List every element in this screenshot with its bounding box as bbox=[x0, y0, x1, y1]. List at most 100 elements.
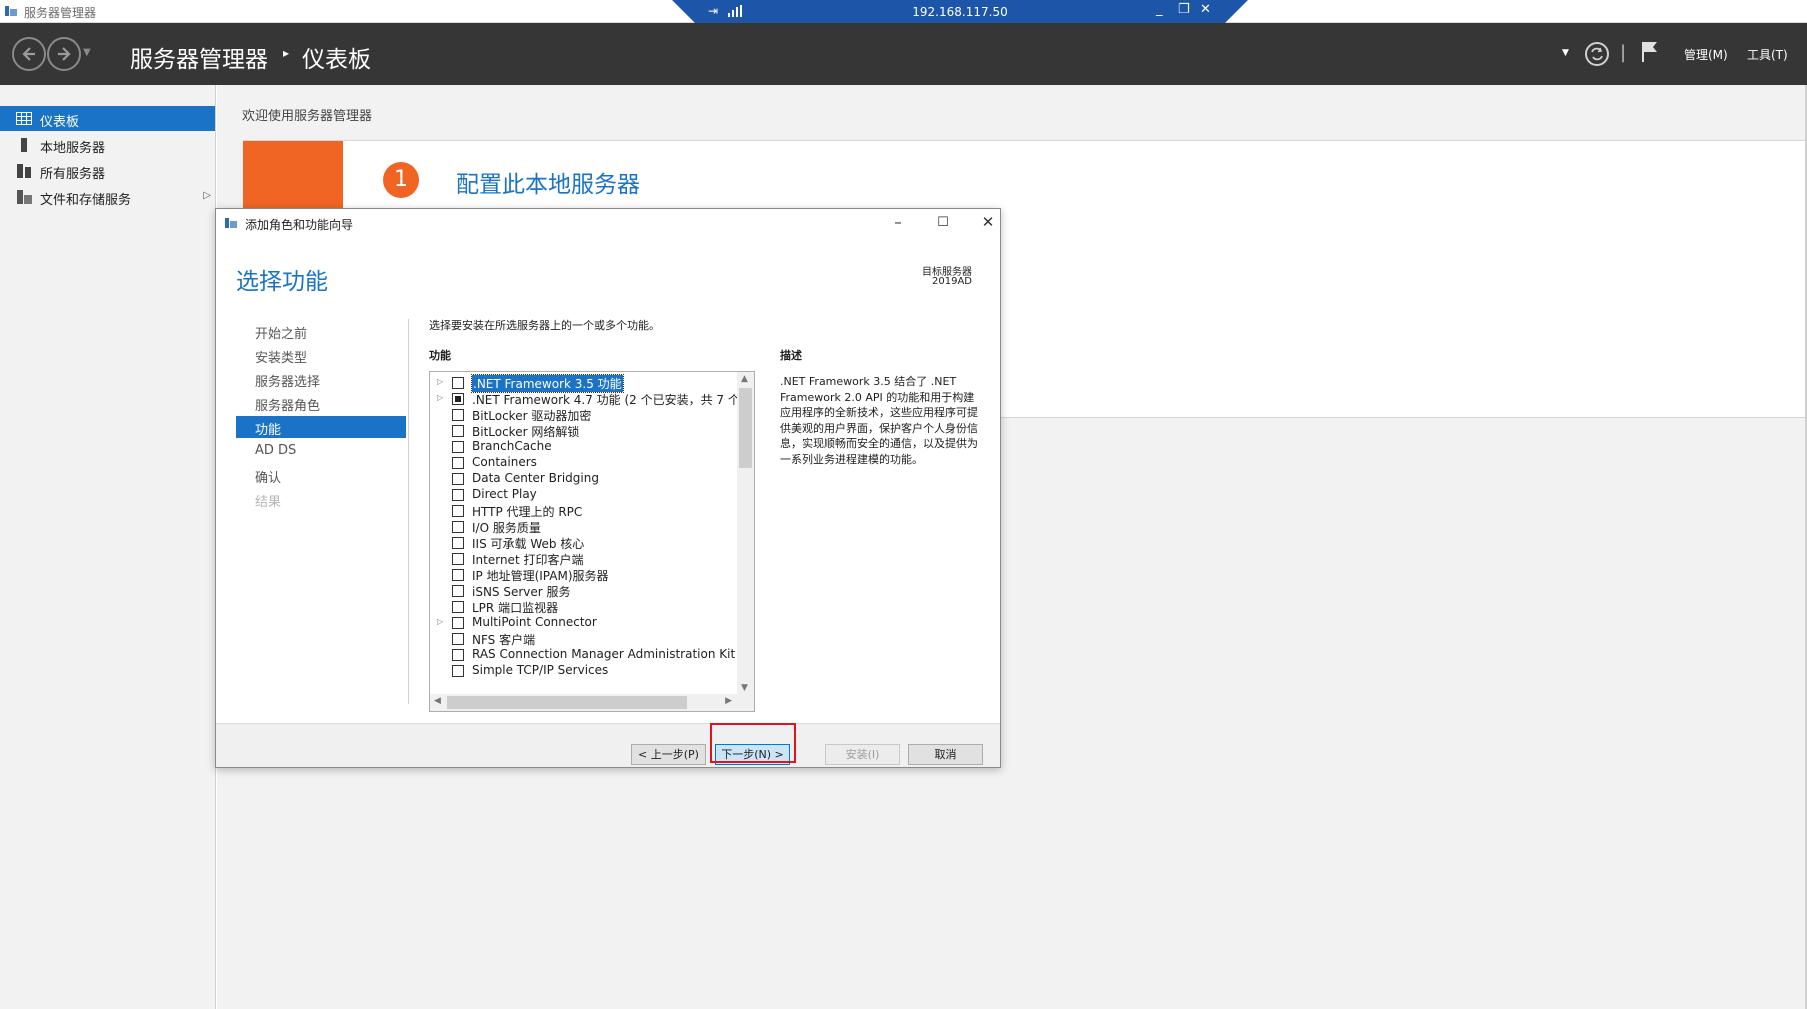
sidebar-item-file-storage[interactable]: 文件和存储服务 ▷ bbox=[0, 184, 215, 209]
dropdown-icon[interactable]: ▼ bbox=[1562, 48, 1569, 58]
feature-checkbox[interactable] bbox=[452, 569, 464, 581]
feature-label: .NET Framework 3.5 功能 bbox=[471, 374, 624, 393]
wizard-step-server-roles[interactable]: 服务器角色 bbox=[255, 395, 320, 414]
feature-item[interactable]: iSNS Server 服务 bbox=[430, 583, 738, 599]
feature-item[interactable]: BranchCache bbox=[430, 439, 738, 455]
feature-checkbox[interactable] bbox=[452, 633, 464, 645]
feature-label: HTTP 代理上的 RPC bbox=[472, 505, 583, 519]
configure-local-server-link[interactable]: 配置此本地服务器 bbox=[456, 165, 640, 199]
feature-item[interactable]: Direct Play bbox=[430, 487, 738, 503]
feature-item[interactable]: HTTP 代理上的 RPC bbox=[430, 503, 738, 519]
feature-item[interactable]: LPR 端口监视器 bbox=[430, 599, 738, 615]
scroll-down-icon[interactable]: ▼ bbox=[741, 683, 748, 693]
feature-item[interactable]: RAS Connection Manager Administration Ki… bbox=[430, 647, 752, 663]
notification-flag-icon[interactable] bbox=[1640, 40, 1660, 64]
wizard-step-before-you-begin[interactable]: 开始之前 bbox=[255, 323, 307, 342]
dashboard-icon bbox=[16, 112, 32, 125]
scroll-up-icon[interactable]: ▲ bbox=[741, 374, 748, 384]
feature-checkbox[interactable] bbox=[452, 649, 464, 661]
feature-label: BitLocker 网络解锁 bbox=[472, 425, 580, 439]
expand-arrow-icon[interactable]: ▷ bbox=[437, 617, 443, 626]
feature-item[interactable]: BitLocker 网络解锁 bbox=[430, 423, 738, 439]
feature-checkbox[interactable] bbox=[452, 665, 464, 677]
feature-item[interactable]: Containers bbox=[430, 455, 738, 471]
storage-icon bbox=[17, 190, 32, 204]
servers-icon bbox=[17, 164, 31, 178]
feature-item[interactable]: ▷ .NET Framework 4.7 功能 (2 个已安装，共 7 个) bbox=[430, 391, 745, 407]
feature-label: BranchCache bbox=[472, 439, 552, 453]
feature-checkbox[interactable] bbox=[452, 441, 464, 453]
feature-item[interactable]: ▷ .NET Framework 3.5 功能 bbox=[430, 374, 738, 393]
features-tree[interactable]: ▷ .NET Framework 3.5 功能 ▷ .NET Framework… bbox=[429, 371, 755, 712]
features-vertical-scrollbar[interactable]: ▲ ▼ bbox=[737, 372, 754, 695]
features-horizontal-scrollbar[interactable]: ◀ ▶ bbox=[430, 694, 754, 711]
wizard-step-confirmation[interactable]: 确认 bbox=[255, 467, 281, 486]
target-server-value: 2019AD bbox=[932, 276, 972, 287]
feature-checkbox[interactable] bbox=[452, 457, 464, 469]
feature-checkbox[interactable] bbox=[452, 553, 464, 565]
scroll-left-icon[interactable]: ◀ bbox=[434, 696, 441, 706]
feature-checkbox[interactable] bbox=[452, 393, 464, 405]
sidebar-item-dashboard[interactable]: 仪表板 bbox=[0, 106, 215, 131]
scroll-thumb[interactable] bbox=[739, 388, 752, 468]
feature-checkbox[interactable] bbox=[452, 521, 464, 533]
feature-item[interactable]: ▷ MultiPoint Connector bbox=[430, 615, 738, 631]
sidebar-item-label: 仪表板 bbox=[40, 115, 80, 130]
scroll-thumb[interactable] bbox=[447, 696, 687, 709]
tools-menu[interactable]: 工具(T) bbox=[1747, 46, 1788, 63]
manage-menu[interactable]: 管理(M) bbox=[1684, 46, 1728, 63]
scroll-right-icon[interactable]: ▶ bbox=[725, 696, 732, 706]
feature-label: Containers bbox=[472, 455, 537, 469]
feature-item[interactable]: BitLocker 驱动器加密 bbox=[430, 407, 738, 423]
remote-connection-bar: ⇥ 192.168.117.50 _ ❐ ✕ bbox=[672, 0, 1248, 24]
description-text: .NET Framework 3.5 结合了 .NET Framework 2.… bbox=[780, 375, 978, 466]
feature-label: Data Center Bridging bbox=[472, 471, 599, 485]
header-subtitle: 仪表板 bbox=[302, 47, 371, 73]
previous-button[interactable]: < 上一步(P) bbox=[631, 744, 706, 765]
feature-item[interactable]: Internet 打印客户端 bbox=[430, 551, 738, 567]
remote-minimize-icon[interactable]: _ bbox=[1156, 2, 1163, 17]
expand-arrow-icon[interactable]: ▷ bbox=[203, 190, 211, 201]
minimize-icon[interactable]: – bbox=[883, 213, 913, 233]
feature-checkbox[interactable] bbox=[452, 409, 464, 421]
history-dropdown-icon[interactable]: ▼ bbox=[83, 47, 91, 58]
sidebar: 仪表板 本地服务器 所有服务器 文件和存储服务 ▷ bbox=[0, 85, 216, 1009]
remote-restore-icon[interactable]: ❐ bbox=[1178, 2, 1190, 17]
feature-item[interactable]: IIS 可承载 Web 核心 bbox=[430, 535, 738, 551]
expand-arrow-icon[interactable]: ▷ bbox=[437, 393, 443, 402]
feature-checkbox[interactable] bbox=[452, 505, 464, 517]
feature-label: BitLocker 驱动器加密 bbox=[472, 409, 592, 423]
wizard-step-server-selection[interactable]: 服务器选择 bbox=[255, 371, 320, 390]
remote-close-icon[interactable]: ✕ bbox=[1200, 2, 1211, 17]
close-icon[interactable]: ✕ bbox=[973, 213, 1003, 233]
wizard-step-results: 结果 bbox=[255, 495, 282, 510]
feature-checkbox[interactable] bbox=[452, 473, 464, 485]
feature-item[interactable]: IP 地址管理(IPAM)服务器 bbox=[430, 567, 738, 583]
wizard-step-features[interactable]: 功能 bbox=[236, 416, 406, 438]
dialog-title: 添加角色和功能向导 bbox=[245, 218, 354, 232]
feature-checkbox[interactable] bbox=[452, 425, 464, 437]
feature-item[interactable]: NFS 客户端 bbox=[430, 631, 738, 647]
forward-button[interactable] bbox=[47, 37, 81, 71]
feature-checkbox[interactable] bbox=[452, 489, 464, 501]
quick-start-tile bbox=[243, 141, 343, 209]
sidebar-item-local-server[interactable]: 本地服务器 bbox=[0, 132, 215, 157]
cancel-button[interactable]: 取消 bbox=[908, 744, 983, 765]
wizard-step-ad-ds[interactable]: AD DS bbox=[255, 443, 296, 458]
feature-checkbox[interactable] bbox=[452, 377, 464, 389]
feature-checkbox[interactable] bbox=[452, 585, 464, 597]
wizard-heading: 选择功能 bbox=[236, 269, 328, 295]
feature-item[interactable]: Data Center Bridging bbox=[430, 471, 738, 487]
refresh-icon[interactable] bbox=[1584, 41, 1610, 67]
maximize-icon[interactable]: ☐ bbox=[928, 215, 958, 235]
feature-checkbox[interactable] bbox=[452, 601, 464, 613]
feature-item[interactable]: I/O 服务质量 bbox=[430, 519, 738, 535]
feature-checkbox[interactable] bbox=[452, 537, 464, 549]
feature-item[interactable]: Simple TCP/IP Services bbox=[430, 663, 738, 679]
wizard-step-installation-type[interactable]: 安装类型 bbox=[255, 347, 307, 366]
sidebar-item-all-servers[interactable]: 所有服务器 bbox=[0, 158, 215, 183]
features-header: 功能 bbox=[429, 349, 451, 362]
feature-checkbox[interactable] bbox=[452, 617, 464, 629]
back-button[interactable] bbox=[12, 37, 46, 71]
expand-arrow-icon[interactable]: ▷ bbox=[437, 377, 443, 386]
